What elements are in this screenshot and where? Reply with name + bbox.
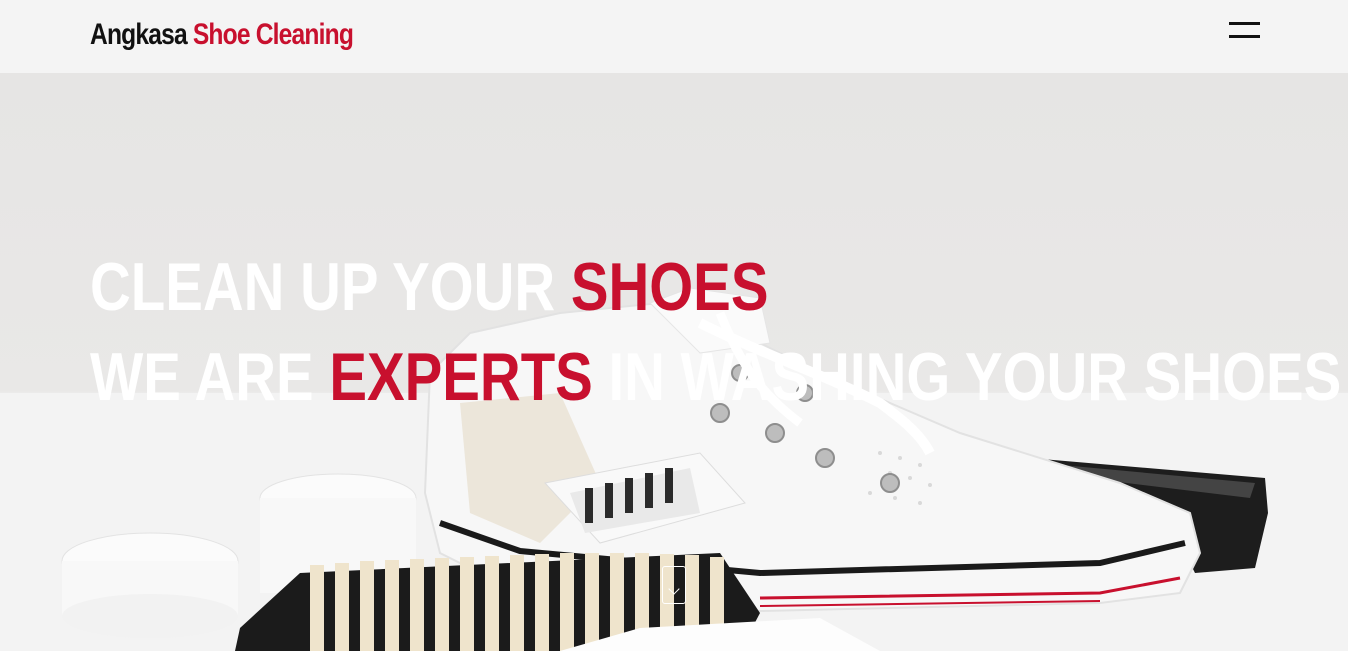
brand-accent: Shoe Cleaning — [192, 18, 354, 51]
hero-line2-highlight: EXPERTS — [329, 339, 593, 415]
hero-line2-text-end: IN WASHING YOUR SHOES — [592, 339, 1342, 415]
hero-line1-highlight: SHOES — [570, 249, 769, 325]
brand-name: Angkasa — [90, 18, 188, 51]
hero-line1-text: CLEAN UP YOUR — [90, 249, 571, 325]
chevron-down-icon — [668, 583, 680, 595]
scroll-down-button[interactable] — [662, 566, 686, 604]
hamburger-menu-icon[interactable] — [1229, 22, 1261, 42]
hamburger-bar-top — [1229, 22, 1260, 25]
hamburger-bar-bottom — [1229, 35, 1260, 38]
hero-section: CLEAN UP YOUR SHOES WE ARE EXPERTS IN WA… — [0, 73, 1348, 651]
navbar: Angkasa Shoe Cleaning — [0, 0, 1348, 73]
hero-line2-text-start: WE ARE — [90, 339, 330, 415]
hero-headline-line1: CLEAN UP YOUR SHOES — [90, 253, 768, 321]
hero-headline-line2: WE ARE EXPERTS IN WASHING YOUR SHOES — [90, 343, 1341, 411]
brand-logo[interactable]: Angkasa Shoe Cleaning — [90, 18, 354, 52]
